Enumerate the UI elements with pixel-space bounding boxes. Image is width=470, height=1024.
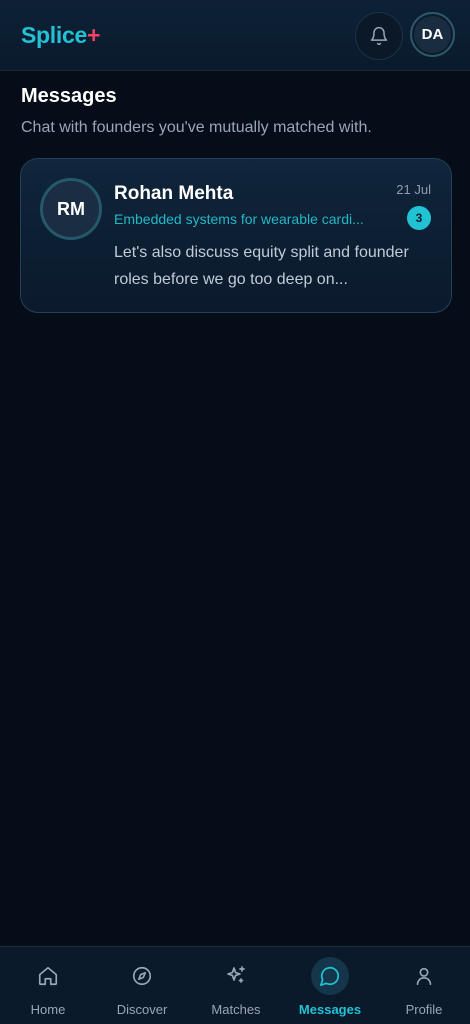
compass-icon	[132, 966, 152, 986]
conversation-preview: Let's also discuss equity split and foun…	[114, 244, 409, 288]
top-header: Splice+ DA	[0, 0, 470, 71]
page-title: Messages	[21, 85, 117, 107]
sparkles-icon	[227, 966, 245, 983]
logo-text: Splice	[21, 22, 87, 48]
conversation-project: Embedded systems for wearable cardi...	[114, 211, 364, 227]
nav-icon-container	[217, 957, 255, 995]
nav-item-messages[interactable]: Messages	[283, 947, 377, 1024]
nav-label-messages: Messages	[298, 1002, 362, 1017]
home-icon	[38, 966, 58, 986]
nav-icon-container	[311, 957, 349, 995]
nav-item-home[interactable]: Home	[1, 947, 95, 1024]
conversation-card[interactable]: RM Rohan Mehta 21 Jul Embedded systems f…	[20, 158, 452, 313]
nav-item-matches[interactable]: Matches	[189, 947, 283, 1024]
bell-icon	[370, 26, 388, 46]
nav-label-matches: Matches	[211, 1002, 261, 1017]
user-avatar-button[interactable]: DA	[410, 12, 455, 57]
nav-item-profile[interactable]: Profile	[377, 947, 470, 1024]
conversation-date: 21 Jul	[396, 182, 431, 197]
logo-plus: +	[86, 22, 101, 48]
conversation-name: Rohan Mehta	[114, 183, 234, 204]
conversation-avatar: RM	[40, 178, 102, 240]
bottom-navigation: Home Discover Matches Messages Profile	[0, 946, 470, 1024]
unread-count-badge: 3	[407, 206, 431, 230]
messages-screen: Splice+ DA Messages Chat with founders y…	[0, 0, 470, 1024]
chat-bubble-icon	[319, 966, 340, 987]
nav-icon-container	[405, 957, 443, 995]
nav-label-profile: Profile	[405, 1002, 443, 1017]
notifications-button[interactable]	[355, 12, 403, 60]
user-icon	[416, 967, 432, 986]
nav-item-discover[interactable]: Discover	[95, 947, 189, 1024]
nav-label-discover: Discover	[116, 1002, 168, 1017]
app-logo[interactable]: Splice+	[21, 22, 100, 49]
nav-icon-container	[29, 957, 67, 995]
nav-label-home: Home	[30, 1002, 66, 1017]
nav-icon-container	[123, 957, 161, 995]
page-subtitle: Chat with founders you've mutually match…	[21, 119, 372, 136]
